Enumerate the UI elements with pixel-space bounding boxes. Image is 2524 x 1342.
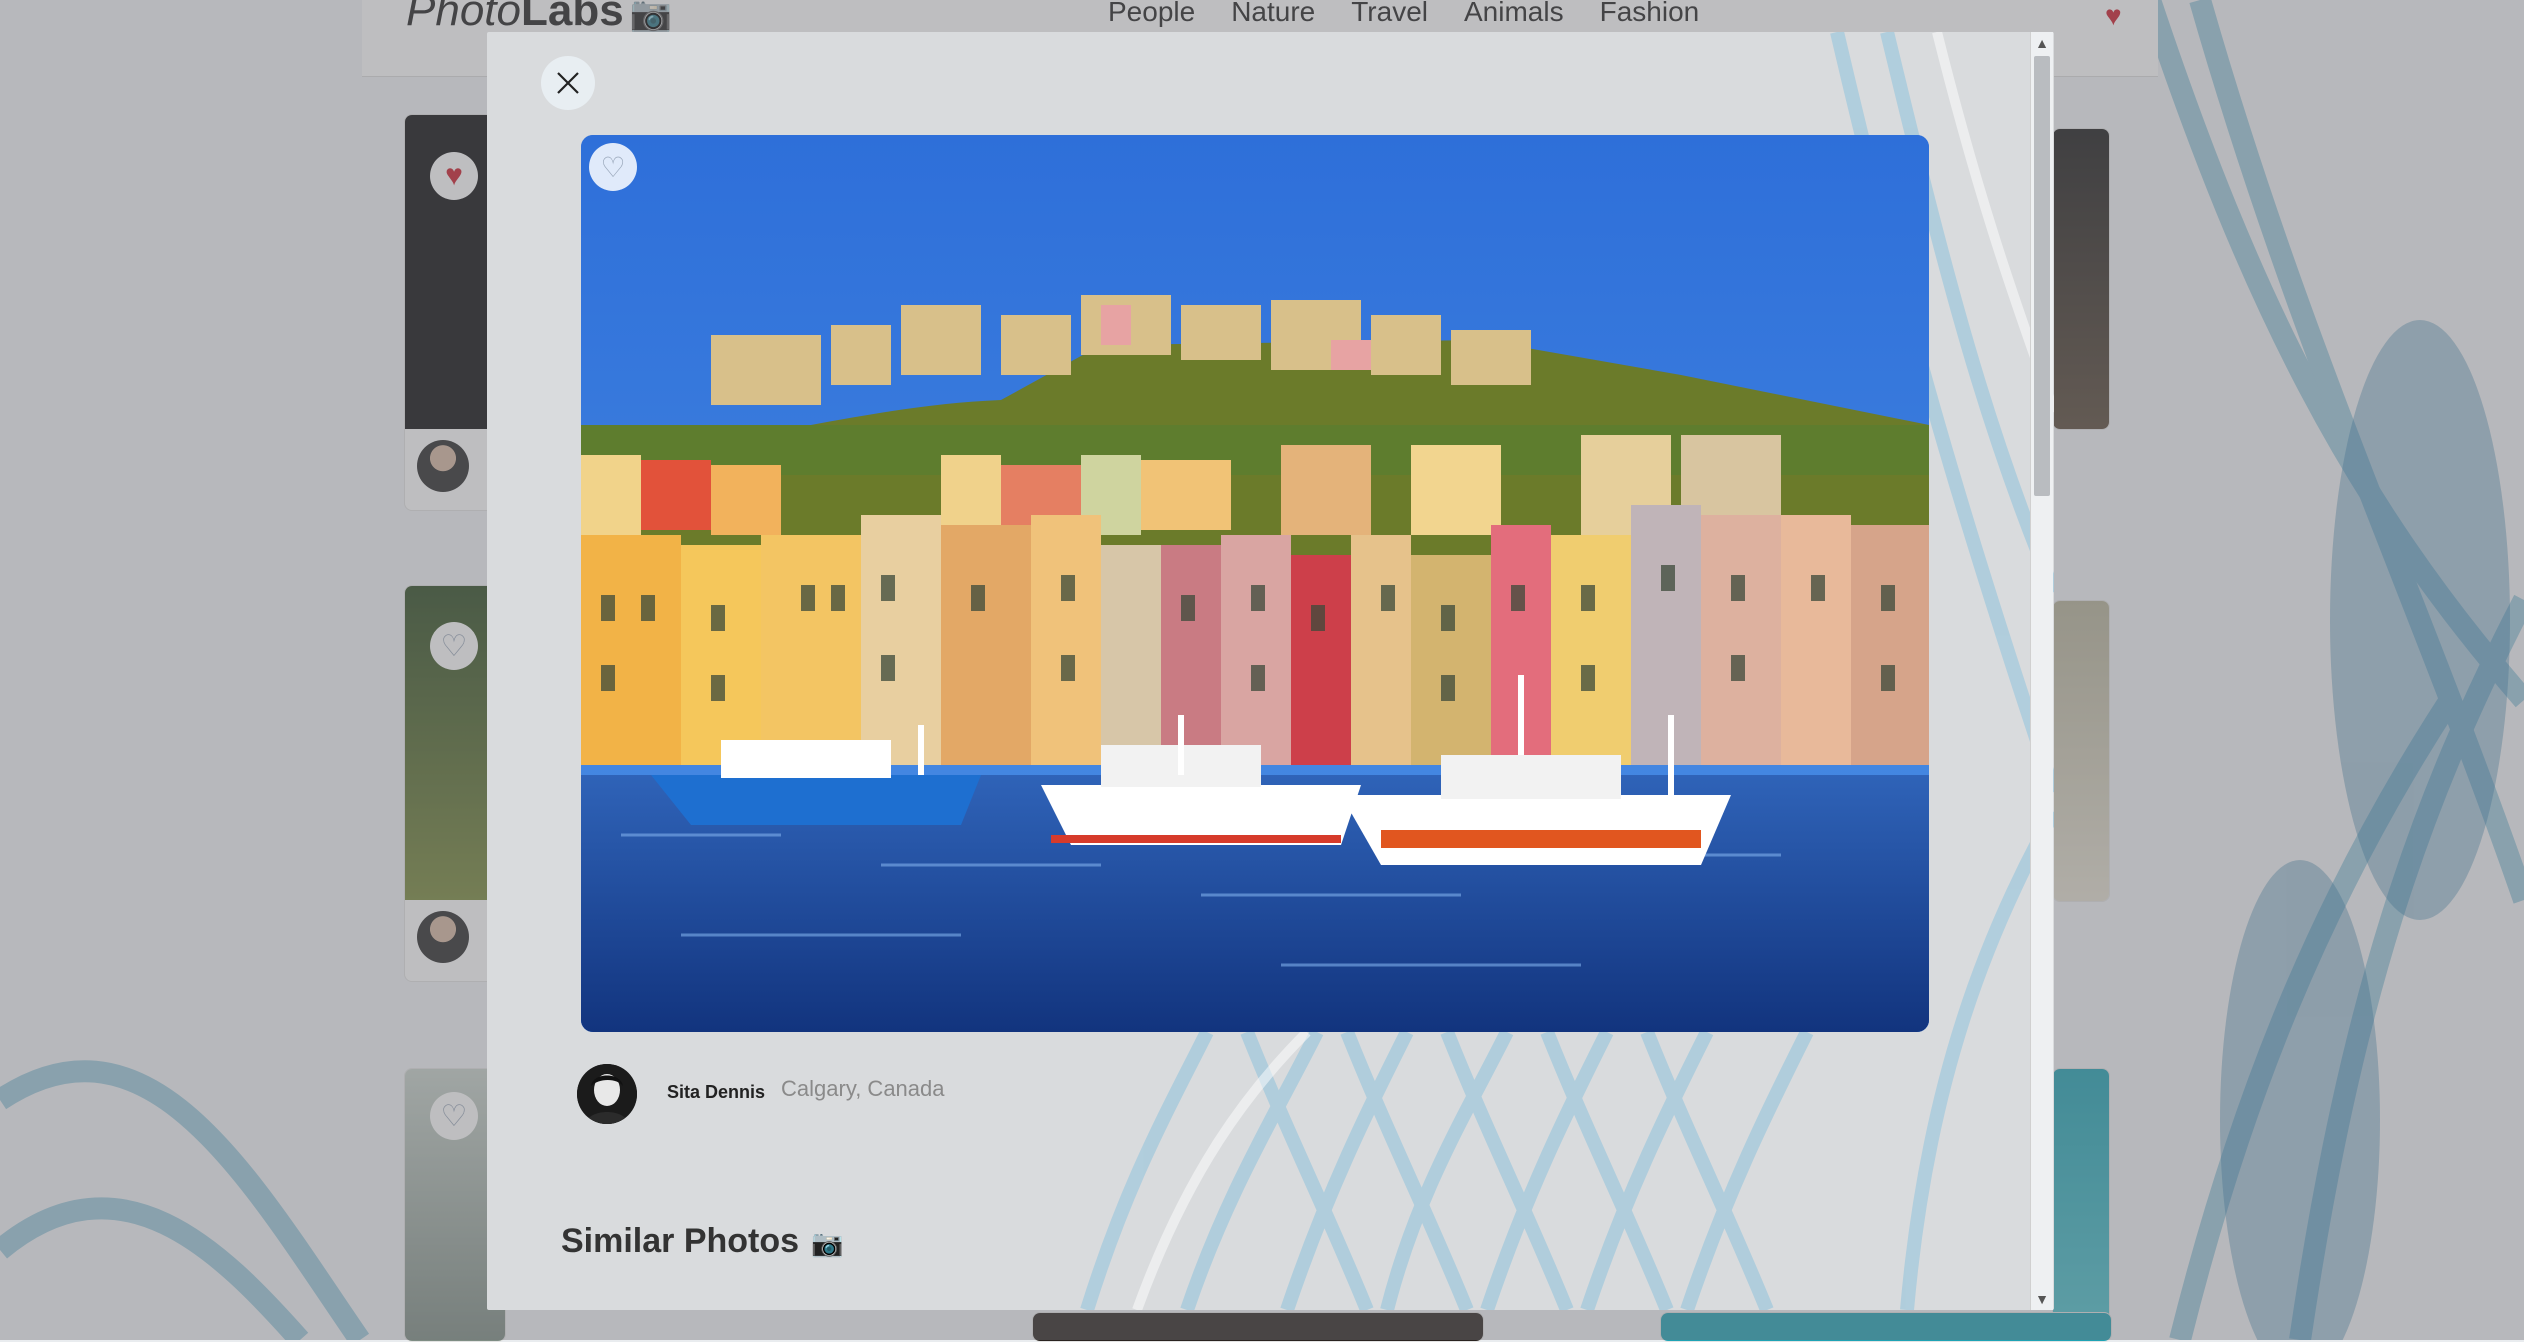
similar-photos-heading: Similar Photos 📷 — [561, 1222, 844, 1260]
heart-outline-icon: ♡ — [600, 151, 626, 183]
photo-author: Sita Dennis Calgary, Canada — [577, 1064, 945, 1124]
close-icon — [557, 72, 579, 94]
avatar — [577, 1064, 637, 1124]
author-name: Sita Dennis — [667, 1082, 766, 1102]
photo-details-modal: ♡ Sita Dennis Calgary, Canada Similar Ph… — [487, 32, 2054, 1310]
close-modal-button[interactable] — [541, 56, 595, 110]
selected-photo: ♡ — [581, 135, 1929, 1032]
favourite-photo-button[interactable]: ♡ — [589, 143, 637, 191]
author-avatar-image — [577, 1064, 637, 1124]
camera-icon: 📷 — [811, 1228, 844, 1258]
modal-scrollbar[interactable]: ▲ ▼ — [2030, 32, 2053, 1310]
scrollbar-thumb[interactable] — [2034, 56, 2050, 496]
photo-image — [581, 135, 1929, 1032]
scroll-up-arrow-icon[interactable]: ▲ — [2031, 32, 2053, 54]
scroll-down-arrow-icon[interactable]: ▼ — [2031, 1288, 2053, 1310]
author-location: Calgary, Canada — [781, 1076, 945, 1101]
